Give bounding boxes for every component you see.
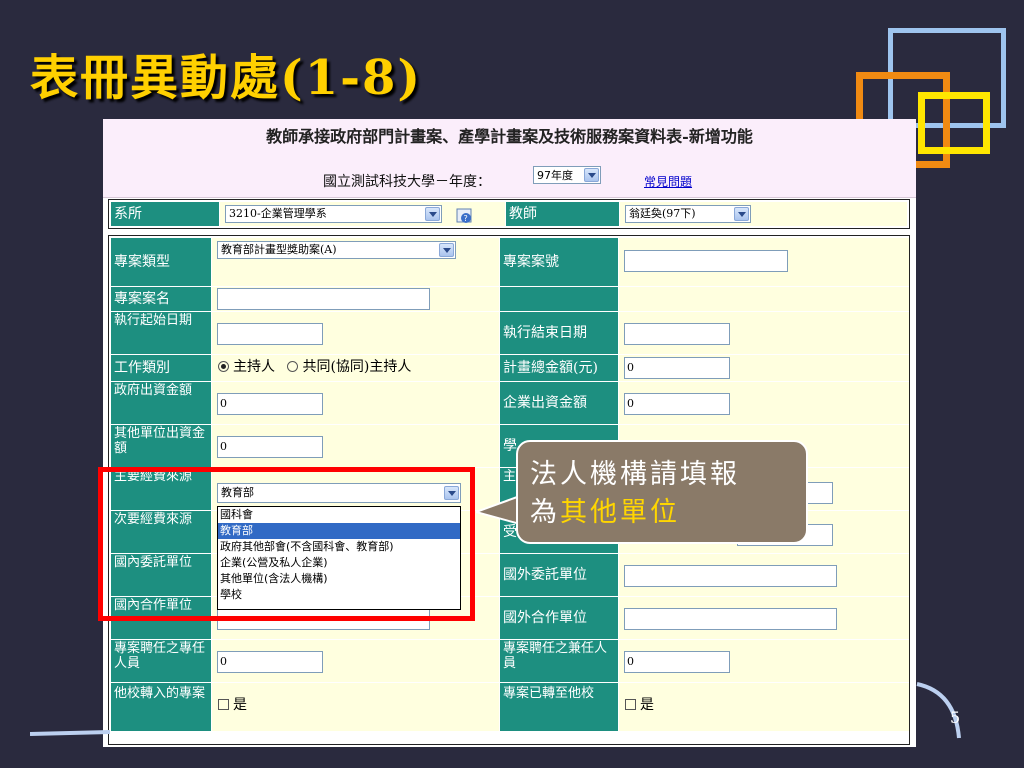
callout-box: 法人機構請填報 為其他單位 — [516, 440, 808, 544]
form-header: 教師承接政府部門計畫案、產學計畫案及技術服務案資料表-新增功能 國立測試科技大學… — [103, 119, 916, 198]
callout-pointer — [476, 494, 520, 526]
work-type-label: 工作類別 — [111, 355, 211, 381]
transfer-in-checkbox[interactable] — [218, 699, 229, 710]
decor-curve-right — [916, 682, 961, 739]
staff-label: 專案聘任之專任人員 — [111, 640, 211, 682]
for-client-input[interactable] — [624, 565, 837, 587]
callout-line2-prefix: 為 — [530, 497, 560, 528]
gov-funding-label: 政府出資金額 — [111, 382, 211, 424]
ent-funding-input[interactable]: 0 — [624, 393, 730, 415]
start-date-label: 執行起始日期 — [111, 312, 211, 354]
project-type-select[interactable]: 教育部計畫型獎助案(A) — [217, 241, 456, 259]
callout-highlight-text: 其他單位 — [560, 497, 680, 528]
transfer-in-checkbox-label: 是 — [233, 697, 247, 713]
svg-text:?: ? — [464, 214, 468, 223]
callout-line1: 法人機構請填報 — [530, 459, 740, 490]
project-type-label: 專案類型 — [111, 238, 211, 286]
for-coop-label: 國外合作單位 — [500, 597, 618, 639]
part-time-label: 專案聘任之兼任人員 — [500, 640, 618, 682]
transfer-out-label: 專案已轉至他校 — [500, 683, 618, 731]
decor-square-yellow — [918, 92, 990, 154]
transfer-out-checkbox-label: 是 — [640, 697, 654, 713]
radio-pi-label: 主持人 — [233, 359, 275, 375]
staff-input[interactable]: 0 — [217, 651, 323, 673]
radio-pi[interactable] — [218, 361, 229, 372]
other-funding-label: 其他單位出資金額 — [111, 425, 211, 467]
radio-co-pi-label: 共同(協同)主持人 — [302, 359, 412, 375]
transfer-out-checkbox[interactable] — [625, 699, 636, 710]
project-name-input[interactable] — [217, 288, 430, 310]
start-date-input[interactable] — [217, 323, 323, 345]
ent-funding-label: 企業出資金額 — [500, 382, 618, 424]
teacher-select[interactable]: 翁廷奐(97下) — [625, 205, 751, 223]
lookup-icon[interactable]: ? — [456, 208, 474, 224]
slide-number: 5 — [950, 708, 961, 727]
chevron-down-icon — [584, 168, 599, 182]
decor-line-left — [30, 730, 110, 736]
for-coop-input[interactable] — [624, 608, 837, 630]
chevron-down-icon — [425, 207, 440, 221]
radio-co-pi[interactable] — [287, 361, 299, 372]
dept-select[interactable]: 3210-企業管理學系 — [225, 205, 442, 223]
form-screenshot: 教師承接政府部門計畫案、產學計畫案及技術服務案資料表-新增功能 國立測試科技大學… — [103, 119, 916, 747]
part-time-input[interactable]: 0 — [624, 651, 730, 673]
faq-link[interactable]: 常見問題 — [644, 173, 692, 190]
project-name-label: 專案案名 — [111, 287, 211, 311]
dept-teacher-row: 系所 3210-企業管理學系 ? 教師 翁廷奐(97下) — [108, 199, 910, 229]
chevron-down-icon — [439, 243, 454, 257]
year-select[interactable]: 97年度 — [533, 166, 601, 184]
slide-title: 表冊異動處(1-8) — [30, 50, 423, 106]
form-title: 教師承接政府部門計畫案、產學計畫案及技術服務案資料表-新增功能 — [266, 127, 753, 146]
case-no-label: 專案案號 — [500, 238, 618, 286]
transfer-in-label: 他校轉入的專案 — [111, 683, 211, 731]
other-funding-input[interactable]: 0 — [217, 436, 323, 458]
end-date-label: 執行結束日期 — [500, 312, 618, 354]
chevron-down-icon — [734, 207, 749, 221]
highlight-box — [98, 467, 475, 621]
total-amount-label: 計畫總金額(元) — [500, 355, 618, 381]
for-client-label: 國外委託單位 — [500, 554, 618, 596]
dept-label: 系所 — [111, 202, 219, 226]
end-date-input[interactable] — [624, 323, 730, 345]
case-no-input[interactable] — [624, 250, 788, 272]
teacher-label: 教師 — [506, 202, 619, 226]
university-year-label: 國立測試科技大學－年度： — [323, 174, 491, 190]
gov-funding-input[interactable]: 0 — [217, 393, 323, 415]
total-amount-input[interactable]: 0 — [624, 357, 730, 379]
